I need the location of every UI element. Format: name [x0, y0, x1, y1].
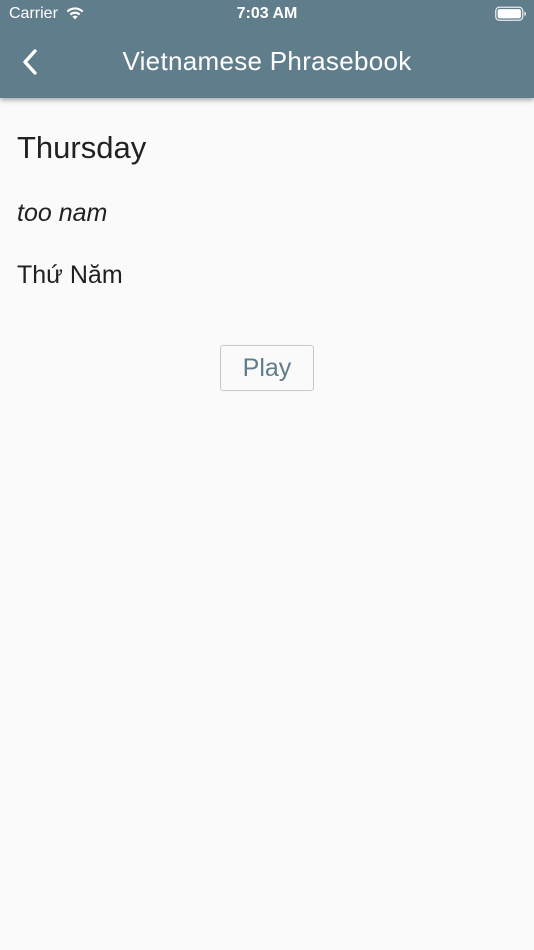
pronunciation-text: too nam [17, 199, 108, 227]
page-title: Vietnamese Phrasebook [122, 46, 412, 76]
english-phrase: Thursday [17, 130, 147, 165]
app-bar: Carrier 7:03 AM Vietnamese Phrasebook [0, 0, 534, 98]
status-time: 7:03 AM [236, 5, 298, 22]
status-bar: Carrier 7:03 AM [0, 0, 534, 28]
vietnamese-phrase: Thứ Năm [17, 261, 123, 289]
play-button[interactable]: Play [220, 345, 314, 391]
battery-icon [495, 6, 526, 21]
